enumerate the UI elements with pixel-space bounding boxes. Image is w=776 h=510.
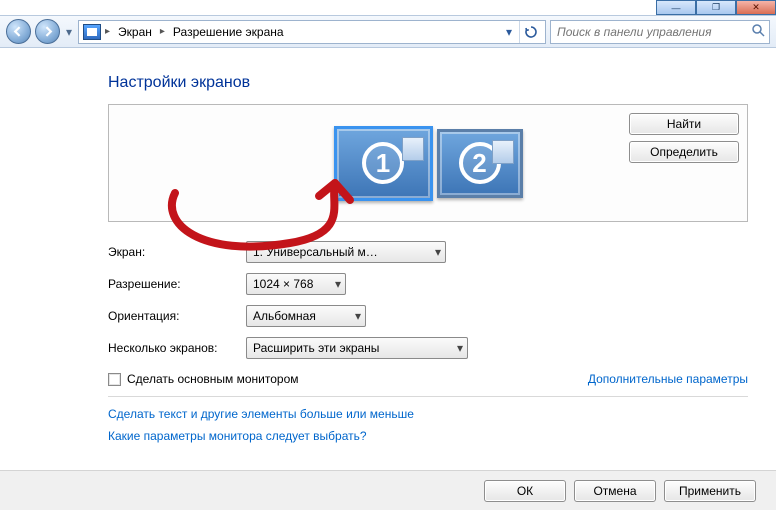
advanced-settings-link[interactable]: Дополнительные параметры <box>588 372 748 386</box>
close-button[interactable]: ✕ <box>736 0 776 15</box>
cancel-button[interactable]: Отмена <box>574 480 656 502</box>
breadcrumb-segment[interactable]: Разрешение экрана <box>169 25 288 39</box>
chevron-down-icon: ▾ <box>355 309 361 323</box>
displays-preview-box: 1 2 Найти Определить <box>108 104 748 222</box>
monitor-1[interactable]: 1 <box>334 126 433 201</box>
divider <box>108 396 748 397</box>
settings-form: Экран: 1. Универсальный м… ▾ Разрешение:… <box>108 236 748 364</box>
multidisplay-label: Несколько экранов: <box>108 341 246 355</box>
refresh-icon <box>524 25 538 39</box>
display-label: Экран: <box>108 245 246 259</box>
primary-monitor-checkbox[interactable] <box>108 373 121 386</box>
arrow-left-icon <box>13 26 24 37</box>
page-title: Настройки экранов <box>108 74 748 92</box>
arrow-right-icon <box>42 26 53 37</box>
multidisplay-combo[interactable]: Расширить эти экраны ▾ <box>246 337 468 359</box>
orientation-combo-value: Альбомная <box>253 309 349 323</box>
minimize-button[interactable]: — <box>656 0 696 15</box>
chevron-down-icon: ▾ <box>335 277 341 291</box>
apply-button[interactable]: Применить <box>664 480 756 502</box>
monitor-mini-window-icon <box>402 137 424 161</box>
identify-button[interactable]: Определить <box>629 141 739 163</box>
resolution-combo[interactable]: 1024 × 768 ▾ <box>246 273 346 295</box>
primary-monitor-checkbox-label: Сделать основным монитором <box>127 372 299 386</box>
back-button[interactable] <box>6 19 31 44</box>
monitor-number: 1 <box>362 142 404 184</box>
chevron-down-icon: ▾ <box>457 341 463 355</box>
chevron-right-icon: ▸ <box>158 26 167 37</box>
history-dropdown[interactable]: ▾ <box>64 19 74 44</box>
breadcrumb[interactable]: ▸ Экран ▸ Разрешение экрана ▾ <box>78 20 546 44</box>
display-combo-value: 1. Универсальный м… <box>253 245 429 259</box>
resolution-combo-value: 1024 × 768 <box>253 277 329 291</box>
which-monitor-link[interactable]: Какие параметры монитора следует выбрать… <box>108 429 748 443</box>
multidisplay-combo-value: Расширить эти экраны <box>253 341 451 355</box>
display-combo[interactable]: 1. Универсальный м… ▾ <box>246 241 446 263</box>
maximize-button[interactable]: ❐ <box>696 0 736 15</box>
breadcrumb-segment[interactable]: Экран <box>114 25 156 39</box>
orientation-combo[interactable]: Альбомная ▾ <box>246 305 366 327</box>
breadcrumb-dropdown[interactable]: ▾ <box>501 25 517 39</box>
orientation-label: Ориентация: <box>108 309 246 323</box>
navbar: ▾ ▸ Экран ▸ Разрешение экрана ▾ <box>0 15 776 48</box>
refresh-button[interactable] <box>519 21 541 43</box>
chevron-right-icon: ▸ <box>103 26 112 37</box>
ok-button[interactable]: ОК <box>484 480 566 502</box>
content-area: Настройки экранов 1 2 Найти Определить Э… <box>0 48 776 470</box>
dialog-footer: ОК Отмена Применить <box>0 470 776 510</box>
find-button[interactable]: Найти <box>629 113 739 135</box>
window-controls: — ❐ ✕ <box>656 0 776 15</box>
search-box[interactable] <box>550 20 770 44</box>
control-panel-icon <box>83 24 101 40</box>
resolution-label: Разрешение: <box>108 277 246 291</box>
monitor-2[interactable]: 2 <box>437 129 523 198</box>
search-icon <box>751 23 765 40</box>
monitor-mini-window-icon <box>492 140 514 164</box>
chevron-down-icon: ▾ <box>435 245 441 259</box>
forward-button[interactable] <box>35 19 60 44</box>
search-input[interactable] <box>555 24 751 40</box>
text-size-link[interactable]: Сделать текст и другие элементы больше и… <box>108 407 748 421</box>
